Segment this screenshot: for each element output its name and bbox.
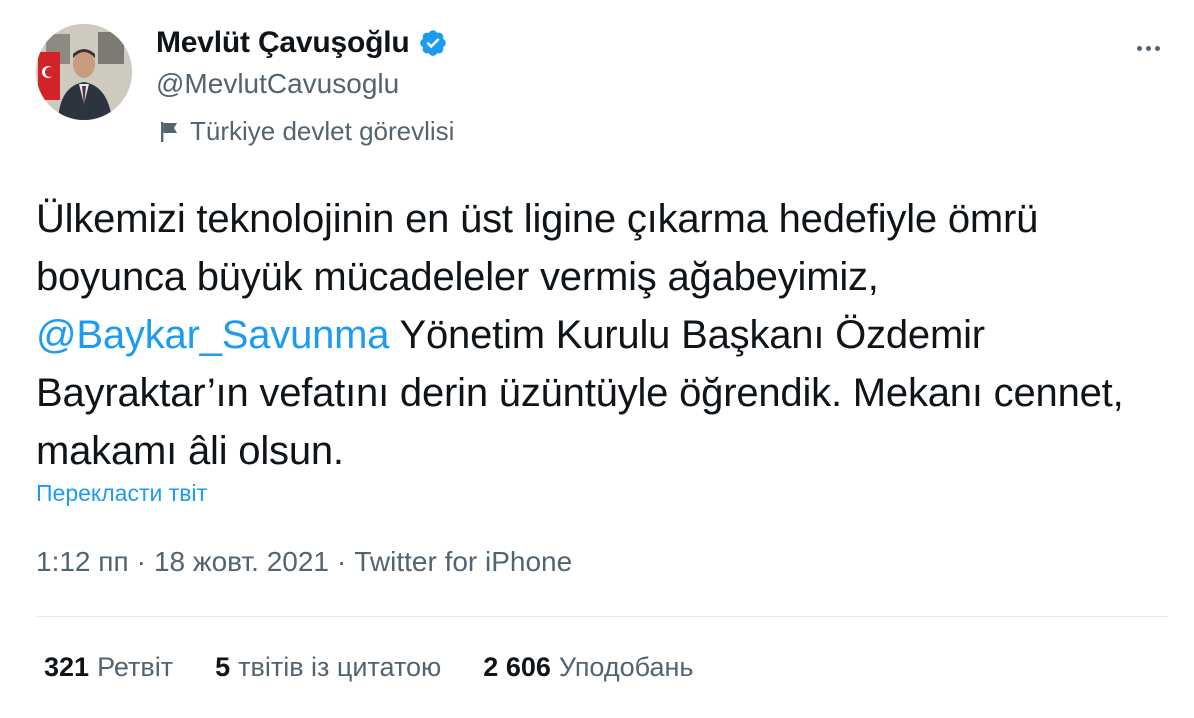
more-dot-icon	[1154, 45, 1160, 51]
tweet-stats: 321 Ретвіт 5 твітів із цитатою 2 606 Упо…	[44, 652, 693, 683]
tweet-meta: 1:12 пп · 18 жовт. 2021 · Twitter for iP…	[36, 546, 572, 578]
tweet-card: Mevlüt Çavuşoğlu @MevlutCavusoglu Türkiy…	[0, 0, 1194, 718]
retweets-count: 321	[44, 652, 90, 682]
quotes-label: твітів із цитатою	[238, 652, 442, 682]
tweet-source[interactable]: Twitter for iPhone	[354, 546, 572, 578]
translate-tweet-link[interactable]: Перекласти твіт	[36, 480, 207, 507]
divider	[36, 616, 1168, 617]
more-dot-icon	[1145, 45, 1151, 51]
meta-separator: ·	[136, 546, 146, 577]
more-dot-icon	[1136, 45, 1142, 51]
likes-label: Уподобань	[558, 652, 694, 682]
likes-count: 2 606	[483, 652, 551, 682]
more-options-button[interactable]	[1128, 36, 1168, 60]
author-display-name[interactable]: Mevlüt Çavuşoğlu	[156, 26, 410, 60]
tweet-date[interactable]: 18 жовт. 2021	[154, 546, 329, 578]
tweet-text: Ülkemizi teknolojinin en üst ligine çıka…	[36, 190, 1146, 480]
retweets-stat[interactable]: 321 Ретвіт	[44, 652, 173, 683]
author-handle[interactable]: @MevlutCavusoglu	[156, 68, 399, 100]
tweet-time[interactable]: 1:12 пп	[36, 546, 129, 578]
retweets-label: Ретвіт	[97, 652, 174, 682]
author-avatar[interactable]	[36, 24, 132, 120]
author-name-row: Mevlüt Çavuşoğlu	[156, 26, 448, 60]
affiliation-label-text: Türkiye devlet görevlisi	[190, 116, 455, 146]
mention-link[interactable]: @Baykar_Savunma	[36, 313, 390, 357]
tweet-text-part: Ülkemizi teknolojinin en üst ligine çıka…	[36, 197, 1039, 299]
quotes-count: 5	[215, 652, 231, 682]
verified-badge-icon	[418, 28, 448, 58]
likes-stat[interactable]: 2 606 Уподобань	[483, 652, 693, 683]
quotes-stat[interactable]: 5 твітів із цитатою	[215, 652, 441, 683]
flag-icon	[160, 121, 180, 143]
affiliation-label[interactable]: Türkiye devlet görevlisi	[160, 116, 454, 147]
meta-separator: ·	[337, 546, 347, 577]
avatar-photo-icon	[36, 24, 132, 120]
